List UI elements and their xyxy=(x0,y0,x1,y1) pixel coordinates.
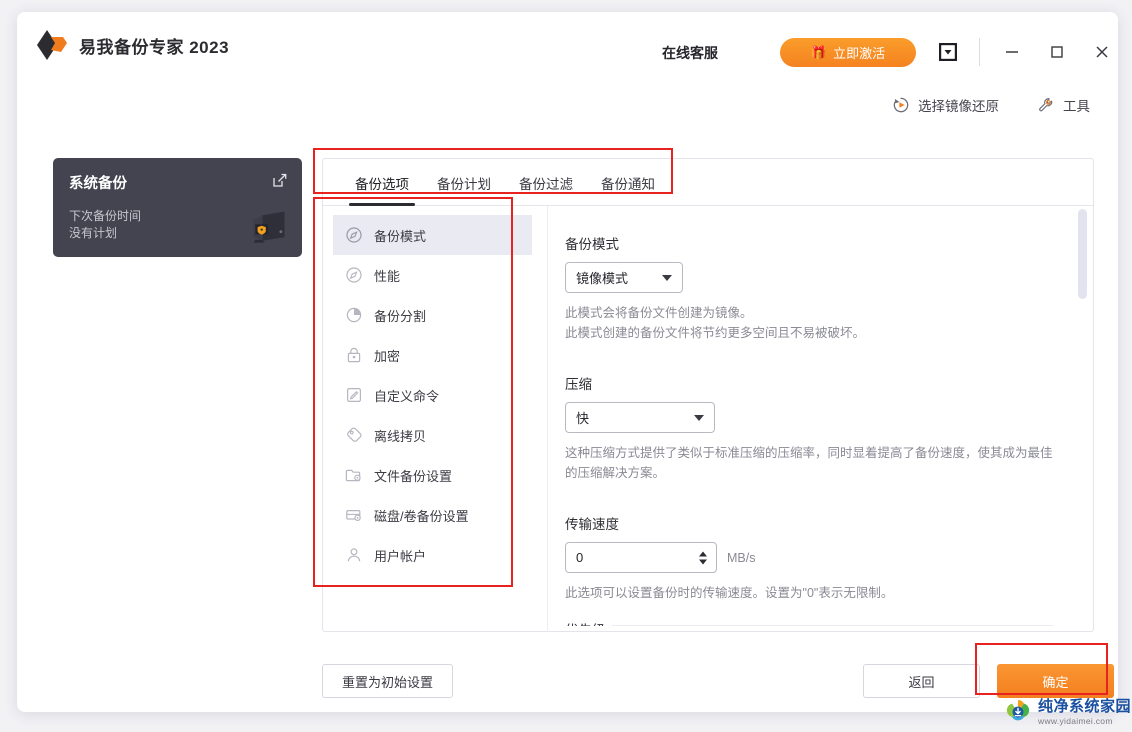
tool-label: 选择镜像还原 xyxy=(918,99,999,114)
download-circle-logo-icon xyxy=(1006,699,1030,720)
transfer-speed-value: 0 xyxy=(576,550,584,565)
computer-shield-icon xyxy=(253,211,285,243)
diamond-logo-icon xyxy=(37,30,67,60)
sidebar-item-label: 性能 xyxy=(374,268,401,284)
minimize-icon[interactable] xyxy=(997,39,1027,65)
sidebar-item-user-account[interactable]: 用户帐户 xyxy=(333,535,532,575)
sidebar-item-label: 备份分割 xyxy=(374,308,427,324)
image-restore-icon xyxy=(893,97,909,113)
online-support-link[interactable]: 在线客服 xyxy=(662,43,718,63)
transfer-speed-input[interactable]: 0 xyxy=(565,542,717,573)
backup-mode-select[interactable]: 镜像模式 xyxy=(565,262,683,293)
watermark: 纯净系统家园 www.yidaimei.com xyxy=(1003,693,1132,732)
compression-value: 快 xyxy=(576,411,590,426)
sidebar-item-label: 磁盘/卷备份设置 xyxy=(374,508,469,524)
backup-mode-label: 备份模式 xyxy=(565,237,619,252)
sidebar-item-performance[interactable]: 性能 xyxy=(333,255,532,295)
caret-down-box-icon[interactable] xyxy=(936,40,960,64)
compression-select[interactable]: 快 xyxy=(565,402,715,433)
job-card-subtitle: 下次备份时间 没有计划 xyxy=(69,208,141,242)
app-title: 易我备份专家 2023 xyxy=(79,37,230,57)
titlebar-divider xyxy=(979,38,980,66)
transfer-speed-help: 此选项可以设置备份时的传输速度。设置为"0"表示无限制。 xyxy=(565,586,894,600)
application-window: 易我备份专家 2023 在线客服 🎁 立即激活 选择镜像还原 工具 系统备份 下… xyxy=(17,12,1118,712)
watermark-url: www.yidaimei.com xyxy=(1038,716,1113,727)
watermark-text: 纯净系统家园 www.yidaimei.com xyxy=(1038,699,1131,726)
tab-backup-notification[interactable]: 备份通知 xyxy=(587,173,669,205)
backup-mode-help-line2: 此模式创建的备份文件将节约更多空间且不易被破坏。 xyxy=(565,326,866,340)
tool-label: 工具 xyxy=(1063,99,1090,114)
sidebar-item-label: 离线拷贝 xyxy=(374,428,427,444)
sidebar-item-label: 文件备份设置 xyxy=(374,468,453,484)
compression-help-line1: 这种压缩方式提供了类似于标准压缩的压缩率，同时显着提高了备份速度，使其成为最佳 xyxy=(565,446,1053,460)
brand: 易我备份专家 2023 xyxy=(35,28,229,62)
activate-label: 立即激活 xyxy=(833,46,886,61)
tools-button[interactable]: 工具 xyxy=(1037,95,1090,115)
secondary-toolbar: 选择镜像还原 工具 xyxy=(892,95,1090,115)
sidebar-item-disk-volume-backup-settings[interactable]: 磁盘/卷备份设置 xyxy=(333,495,532,535)
tab-backup-schedule[interactable]: 备份计划 xyxy=(423,173,505,205)
sidebar-item-label: 备份模式 xyxy=(374,228,427,244)
no-schedule-label: 没有计划 xyxy=(69,226,118,240)
lock-icon xyxy=(347,347,361,363)
backup-mode-help-line1: 此模式会将备份文件创建为镜像。 xyxy=(565,306,753,320)
activate-now-button[interactable]: 🎁 立即激活 xyxy=(780,38,916,67)
sidebar-item-custom-command[interactable]: 自定义命令 xyxy=(333,375,532,415)
stepper-arrows-icon[interactable] xyxy=(699,551,707,564)
compression-label: 压缩 xyxy=(565,377,592,392)
panel-vertical-divider xyxy=(547,206,548,632)
sidebar-item-label: 用户帐户 xyxy=(374,548,427,564)
chevron-down-icon xyxy=(694,414,704,421)
gift-icon: 🎁 xyxy=(810,45,828,60)
reset-to-default-button[interactable]: 重置为初始设置 xyxy=(322,664,453,698)
select-image-restore-button[interactable]: 选择镜像还原 xyxy=(892,95,999,115)
backup-job-card[interactable]: 系统备份 下次备份时间 没有计划 xyxy=(53,158,302,257)
watermark-name: 纯净系统家园 xyxy=(1038,698,1132,716)
sidebar-item-backup-split[interactable]: 备份分割 xyxy=(333,295,532,335)
disk-gear-icon xyxy=(346,509,361,522)
tag-icon xyxy=(347,427,362,442)
transfer-speed-row: 0 MB/s xyxy=(565,542,1053,573)
transfer-speed-unit: MB/s xyxy=(727,550,756,565)
sidebar-item-label: 自定义命令 xyxy=(374,388,440,404)
content-section-divider: 优先级 xyxy=(565,619,1053,626)
job-card-title: 系统备份 xyxy=(69,176,127,192)
pencil-square-icon xyxy=(346,387,362,403)
edit-square-icon[interactable] xyxy=(272,172,288,188)
gauge-icon xyxy=(346,227,362,243)
back-button[interactable]: 返回 xyxy=(863,664,980,698)
settings-category-list: 备份模式 性能 备份分割 加密 自定义命令 离线拷贝 文件备份设置 磁盘/卷备份… xyxy=(333,215,532,615)
folder-gear-icon xyxy=(345,469,361,482)
close-icon[interactable] xyxy=(1087,39,1117,65)
compression-help-line2: 的压缩解决方案。 xyxy=(565,466,666,480)
backup-mode-value: 镜像模式 xyxy=(576,271,629,286)
backup-mode-help: 此模式会将备份文件创建为镜像。 此模式创建的备份文件将节约更多空间且不易被破坏。 xyxy=(565,303,1053,343)
sidebar-item-backup-mode[interactable]: 备份模式 xyxy=(333,215,532,255)
chevron-down-icon xyxy=(662,274,672,281)
gauge-icon xyxy=(346,267,362,283)
pie-chart-icon xyxy=(346,307,362,323)
wrench-icon xyxy=(1039,98,1053,112)
settings-content: 备份模式 镜像模式 此模式会将备份文件创建为镜像。 此模式创建的备份文件将节约更… xyxy=(563,206,1079,631)
sidebar-item-offline-copy[interactable]: 离线拷贝 xyxy=(333,415,532,455)
priority-label: 优先级 xyxy=(565,619,612,626)
panel-tabs: 备份选项 备份计划 备份过滤 备份通知 xyxy=(323,159,1093,206)
sidebar-item-encryption[interactable]: 加密 xyxy=(333,335,532,375)
title-bar: 易我备份专家 2023 在线客服 🎁 立即激活 xyxy=(17,12,1118,78)
content-scrollbar-thumb[interactable] xyxy=(1078,209,1087,299)
tab-backup-options[interactable]: 备份选项 xyxy=(341,173,423,206)
transfer-speed-label: 传输速度 xyxy=(565,517,619,532)
sidebar-item-file-backup-settings[interactable]: 文件备份设置 xyxy=(333,455,532,495)
sidebar-item-label: 加密 xyxy=(374,348,401,364)
maximize-icon[interactable] xyxy=(1042,39,1072,65)
tab-backup-filter[interactable]: 备份过滤 xyxy=(505,173,587,205)
compression-help: 这种压缩方式提供了类似于标准压缩的压缩率，同时显着提高了备份速度，使其成为最佳 … xyxy=(565,443,1053,483)
user-icon xyxy=(347,548,361,562)
settings-panel: 备份选项 备份计划 备份过滤 备份通知 备份模式 性能 备份分割 加密 自定义命… xyxy=(322,158,1094,632)
next-backup-label: 下次备份时间 xyxy=(69,209,142,223)
